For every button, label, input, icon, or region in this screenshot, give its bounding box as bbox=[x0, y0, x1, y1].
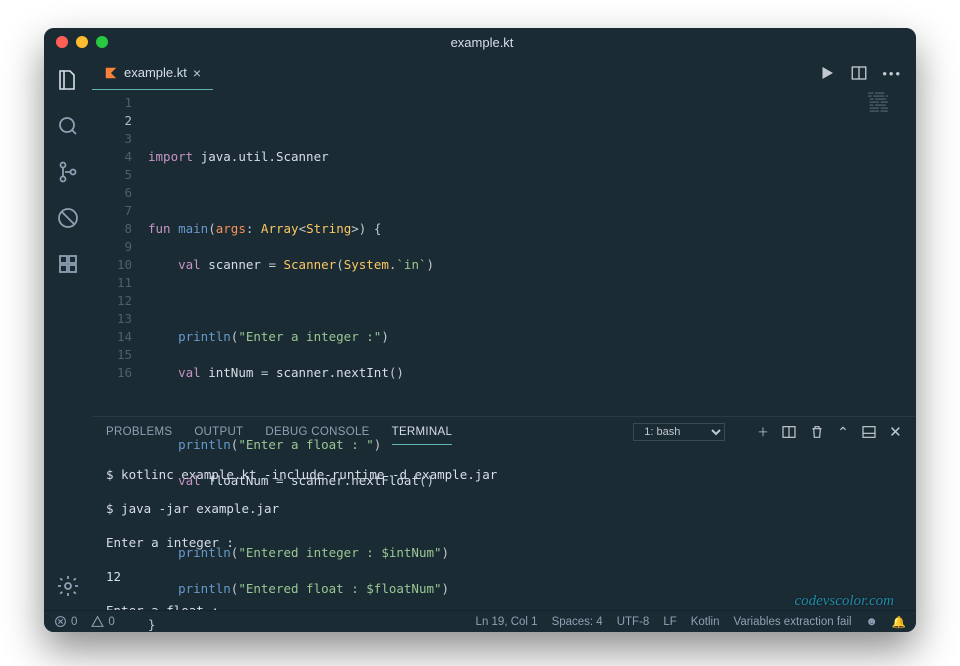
minimap[interactable]: ▬▬▬ ▬▬▬▬▬ ▬▬ ▬▬▬▬▬▬ ▬ ▬▬ ▬▬▬▬▬▬ ▬▬▬▬▬ ▬▬… bbox=[868, 92, 914, 134]
tab-label: example.kt bbox=[124, 65, 187, 80]
zoom-window-button[interactable] bbox=[96, 36, 108, 48]
line-gutter: 1 2 3 4 5 6 7 8 9 10 11 12 13 14 15 16 bbox=[92, 90, 148, 416]
extensions-icon[interactable] bbox=[54, 250, 82, 278]
kotlin-file-icon bbox=[104, 66, 118, 80]
close-tab-icon[interactable]: × bbox=[193, 65, 201, 81]
window-title: example.kt bbox=[108, 35, 856, 50]
watermark: codevscolor.com bbox=[794, 593, 894, 610]
close-window-button[interactable] bbox=[56, 36, 68, 48]
explorer-icon[interactable] bbox=[54, 66, 82, 94]
more-actions-icon[interactable]: ••• bbox=[882, 66, 902, 81]
source-control-icon[interactable] bbox=[54, 158, 82, 186]
debug-icon[interactable] bbox=[54, 204, 82, 232]
status-errors[interactable]: 0 bbox=[54, 615, 77, 628]
minimize-window-button[interactable] bbox=[76, 36, 88, 48]
vscode-window: example.kt bbox=[44, 28, 916, 632]
settings-gear-icon[interactable] bbox=[54, 572, 82, 600]
editor-group: example.kt × ••• 1 2 3 4 5 6 bbox=[92, 56, 916, 610]
split-editor-icon[interactable] bbox=[850, 64, 868, 82]
code-area[interactable]: import java.util.Scanner fun main(args: … bbox=[148, 90, 916, 416]
status-warnings[interactable]: 0 bbox=[91, 615, 114, 628]
tab-bar: example.kt × ••• bbox=[92, 56, 916, 90]
titlebar: example.kt bbox=[44, 28, 916, 56]
run-icon[interactable] bbox=[818, 64, 836, 82]
search-icon[interactable] bbox=[54, 112, 82, 140]
workbench: example.kt × ••• 1 2 3 4 5 6 bbox=[44, 56, 916, 610]
traffic-lights bbox=[56, 36, 108, 48]
tab-example-kt[interactable]: example.kt × bbox=[92, 56, 213, 90]
activity-bar bbox=[44, 56, 92, 610]
editor[interactable]: 1 2 3 4 5 6 7 8 9 10 11 12 13 14 15 16 bbox=[92, 90, 916, 416]
editor-actions: ••• bbox=[818, 56, 916, 90]
